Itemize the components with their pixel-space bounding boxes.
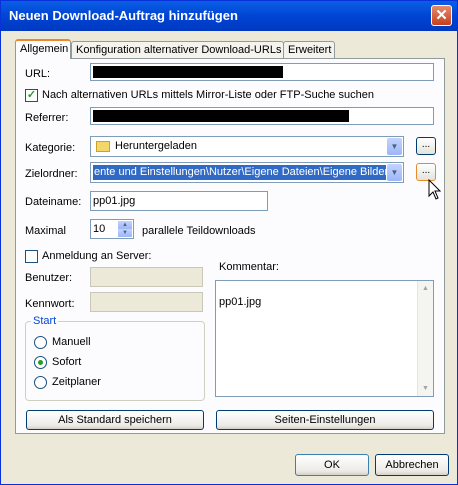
target-folder-value: ente und Einstellungen\Nutzer\Eigene Dat… [93,165,386,180]
maximal-label: Maximal [25,225,66,237]
radio-manuell[interactable] [34,336,47,349]
url-label: URL: [25,68,51,80]
save-default-button[interactable]: Als Standard speichern [26,410,204,430]
spin-up-icon[interactable]: ▲ [118,221,132,229]
comment-textarea[interactable]: pp01.jpg ▲ ▼ [215,280,434,397]
login-checkbox[interactable] [25,250,38,263]
parallel-label: parallele Teildownloads [142,225,256,237]
max-parts-value: 10 [93,223,106,235]
start-group-title: Start [31,315,59,327]
filename-label: Dateiname: [25,196,82,208]
max-parts-stepper[interactable]: 10 ▲ ▼ [90,219,134,239]
referrer-label: Referrer: [25,112,69,124]
tab-erweitert[interactable]: Erweitert [283,41,335,58]
mouse-cursor-icon [428,179,442,200]
referrer-input[interactable] [90,107,434,125]
scroll-down-icon[interactable]: ▼ [419,382,432,395]
password-label: Kennwort: [25,298,75,310]
folder-icon [96,141,110,152]
spin-down-icon[interactable]: ▼ [118,229,132,237]
target-folder-label: Zielordner: [25,168,78,180]
filename-value: pp01.jpg [93,195,136,207]
radio-manuell-label: Manuell [52,336,91,348]
tab-alternative-urls[interactable]: Konfiguration alternativer Download-URLs [71,41,284,58]
category-value: Heruntergeladen [115,140,197,152]
filename-input[interactable]: pp01.jpg [90,191,268,211]
target-folder-select[interactable]: ente und Einstellungen\Nutzer\Eigene Dat… [90,162,404,183]
category-select[interactable]: Heruntergeladen ▼ [90,136,404,157]
window-title: Neuen Download-Auftrag hinzufügen [9,8,238,23]
dialog-window: Neuen Download-Auftrag hinzufügen ✕ Allg… [0,0,458,485]
radio-sofort[interactable] [34,356,47,369]
url-input[interactable] [90,63,434,81]
comment-label: Kommentar: [219,261,279,273]
comment-value: pp01.jpg [219,296,262,308]
chevron-down-icon[interactable]: ▼ [387,164,402,181]
close-icon: ✕ [435,7,448,24]
redacted-referrer [93,110,349,122]
user-label: Benutzer: [25,272,73,284]
mirror-search-checkbox[interactable]: ✓ [25,89,38,102]
category-label: Kategorie: [25,142,76,154]
tab-panel-allgemein: URL: ✓ Nach alternativen URLs mittels Mi… [15,58,445,434]
radio-zeitplaner[interactable] [34,376,47,389]
radio-zeitplaner-label: Zeitplaner [52,376,101,388]
ok-button[interactable]: OK [295,454,369,476]
password-input[interactable] [90,292,203,312]
title-bar[interactable]: Neuen Download-Auftrag hinzufügen ✕ [1,1,457,31]
tab-allgemein[interactable]: Allgemein [15,39,71,59]
category-browse-button[interactable]: ... [416,137,436,155]
page-settings-button[interactable]: Seiten-Einstellungen [216,410,434,430]
login-label: Anmeldung an Server: [42,250,152,262]
radio-sofort-label: Sofort [52,356,82,368]
close-button[interactable]: ✕ [431,5,452,26]
cancel-button[interactable]: Abbrechen [375,454,449,476]
comment-scrollbar[interactable]: ▲ ▼ [417,281,433,396]
mirror-search-label: Nach alternativen URLs mittels Mirror-Li… [42,89,374,101]
user-input[interactable] [90,267,203,287]
scroll-up-icon[interactable]: ▲ [419,282,432,295]
chevron-down-icon[interactable]: ▼ [387,138,402,155]
redacted-url [93,66,283,78]
